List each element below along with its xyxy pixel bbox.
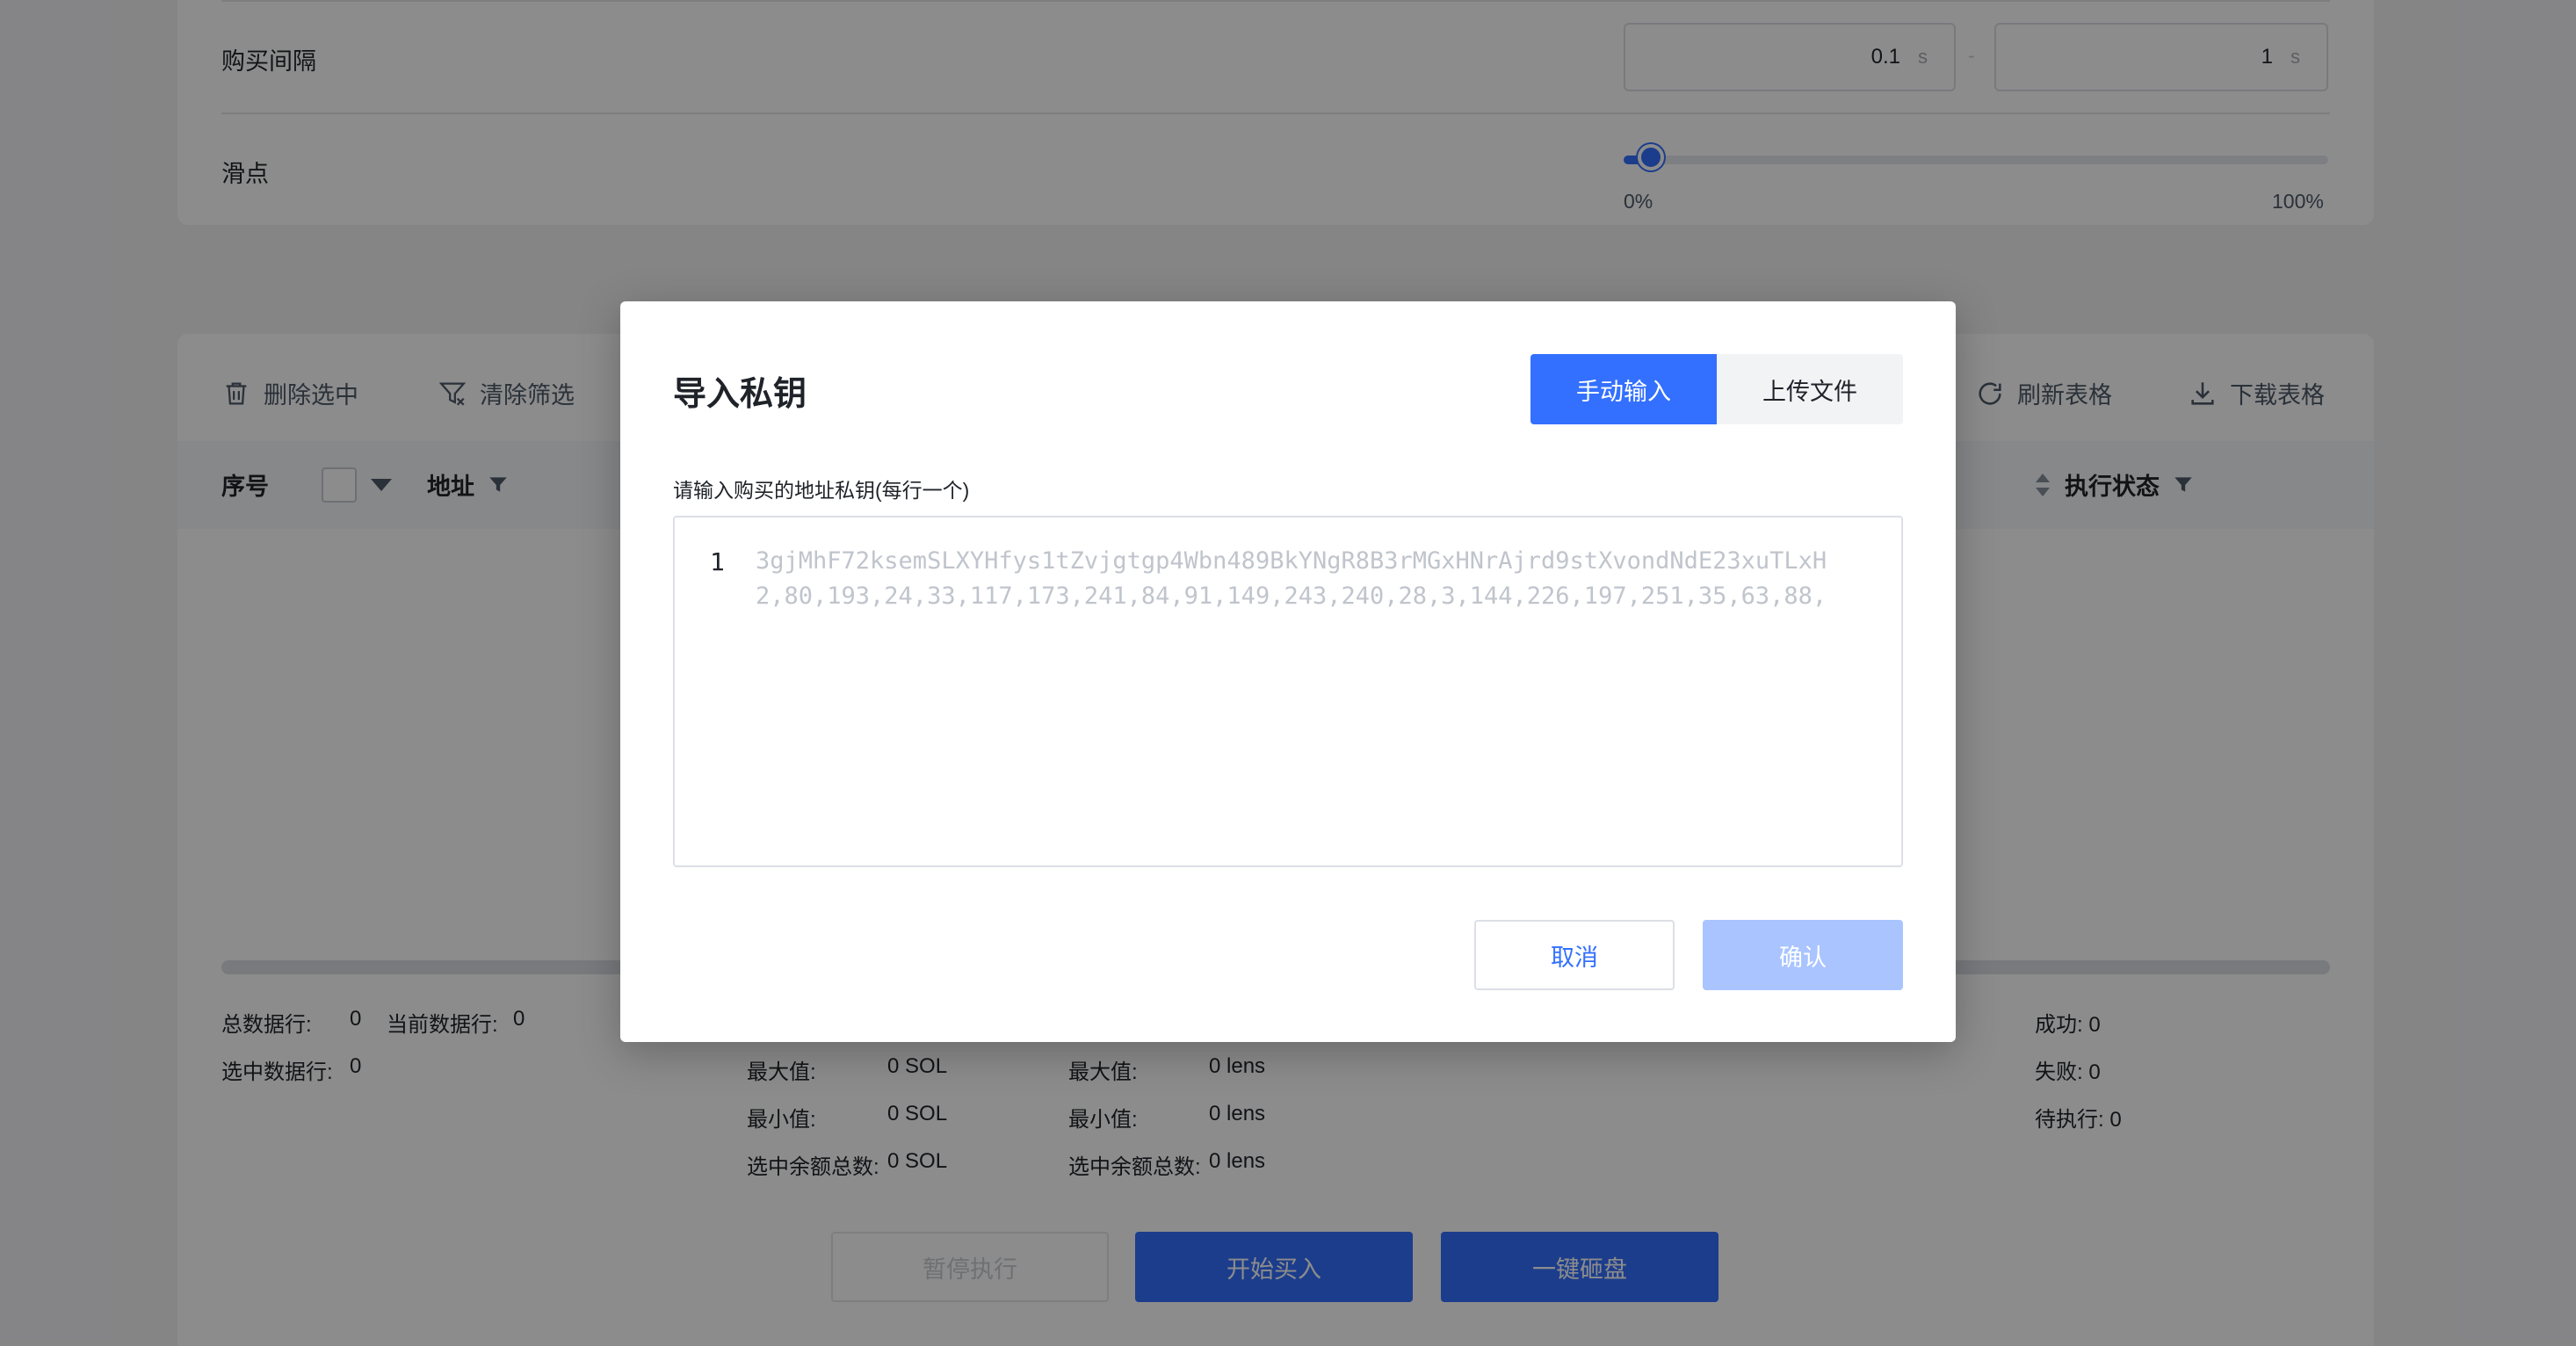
input-mode-tabs: 手动输入 上传文件 xyxy=(1530,354,1903,424)
line-number: 1 xyxy=(710,547,725,576)
import-private-key-dialog: 导入私钥 手动输入 上传文件 请输入购买的地址私钥(每行一个) 1 3gjMhF… xyxy=(620,301,1956,1042)
tab-upload-file[interactable]: 上传文件 xyxy=(1717,354,1903,424)
dialog-title: 导入私钥 xyxy=(673,376,807,413)
placeholder-line-1: 3gjMhF72ksemSLXYHfys1tZvjgtgp4Wbn489BkYN… xyxy=(756,547,1827,575)
editor-placeholder: 3gjMhF72ksemSLXYHfys1tZvjgtgp4Wbn489BkYN… xyxy=(756,544,1873,614)
private-key-field-label: 请输入购买的地址私钥(每行一个) xyxy=(673,479,970,502)
confirm-button[interactable]: 确认 xyxy=(1703,920,1903,990)
cancel-button[interactable]: 取消 xyxy=(1474,920,1675,990)
tab-manual-input[interactable]: 手动输入 xyxy=(1530,354,1717,424)
private-key-editor[interactable]: 1 3gjMhF72ksemSLXYHfys1tZvjgtgp4Wbn489Bk… xyxy=(673,516,1903,867)
placeholder-line-2: 2,80,193,24,33,117,173,241,84,91,149,243… xyxy=(756,583,1827,610)
